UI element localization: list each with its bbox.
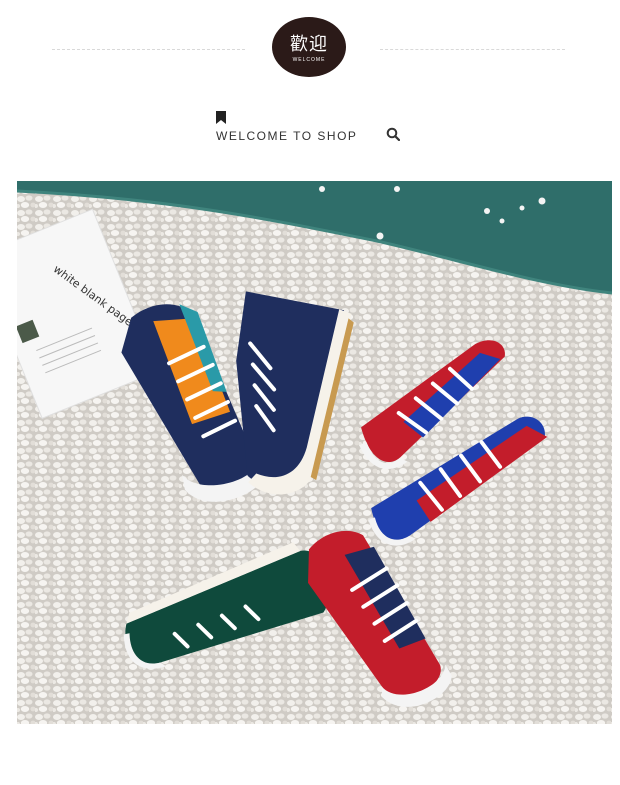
welcome-logo: 歡迎 WELCOME — [272, 17, 346, 77]
header-divider-right — [380, 49, 565, 50]
bookmark-icon — [216, 111, 226, 129]
welcome-to-shop-label: WELCOME TO SHOP — [216, 129, 358, 143]
logo-english-text: WELCOME — [292, 57, 326, 63]
product-photo: white blank page — [17, 181, 612, 724]
header-divider-left — [52, 49, 245, 50]
logo-chinese-text: 歡迎 — [290, 34, 328, 55]
search-icon[interactable] — [386, 127, 401, 142]
